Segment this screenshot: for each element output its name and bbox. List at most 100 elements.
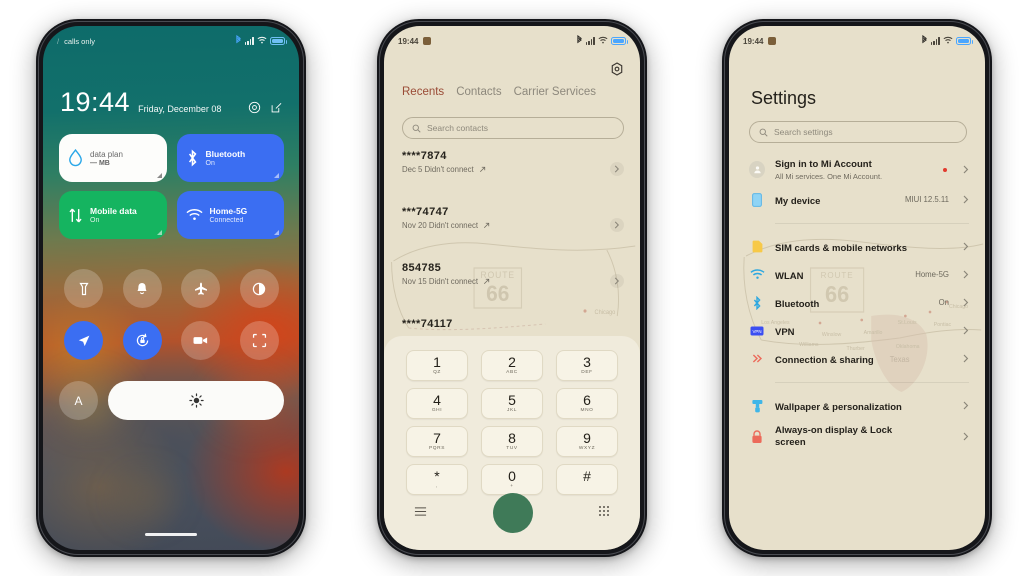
settings-item-bluetooth[interactable]: Bluetooth On [749,289,969,317]
settings-item-label: My device [775,195,821,207]
signal-icon [585,37,595,45]
screen-2: ROUTE 66 Chicago 19:44 Recents Contacts … [384,26,640,550]
settings-item-wallpaper[interactable]: Wallpaper & personalization [749,392,969,420]
settings-item-sim-cards[interactable]: SIM cards & mobile networks [749,233,969,261]
tab-contacts[interactable]: Contacts [456,86,501,98]
key-6[interactable]: 6 MNO [556,388,618,419]
sim-slash-icon: / [57,36,60,46]
key-digit: 7 [433,429,441,446]
key-letters: ABC [506,370,518,376]
settings-item-sub: All Mi services. One Mi Account. [775,171,883,181]
key-7[interactable]: 7 PQRS [406,426,468,457]
settings-item-vpn[interactable]: VPN VPN [749,317,969,345]
outgoing-call-arrow-icon [479,166,485,173]
svg-text:VPN: VPN [752,329,761,334]
call-meta: Nov 15 Didn't connect [402,277,626,286]
bell-icon [137,282,147,294]
bluetooth-icon [576,34,583,47]
chevron-right-icon [963,165,969,174]
auto-brightness-toggle[interactable]: A [59,381,98,420]
call-button[interactable] [492,493,533,533]
location-toggle[interactable] [64,321,104,360]
settings-gear-icon[interactable] [610,62,624,81]
flashlight-toggle[interactable] [64,269,104,308]
signal-icon [930,37,940,45]
settings-item-value: Home-5G [915,270,949,280]
chevron-right-icon[interactable] [610,218,624,232]
dark-mode-toggle[interactable] [239,269,279,308]
search-contacts-input[interactable]: Search contacts [402,117,624,139]
key-letters: GHI [431,408,443,414]
call-number: ****74117 [402,318,453,330]
alarm-icon [423,37,432,45]
sim-card-icon [749,239,765,255]
status-bar-2: 19:44 [384,26,640,50]
dialpad-icon[interactable] [598,504,610,522]
screenshot-toggle[interactable] [239,321,279,360]
expand-corner-icon[interactable] [274,230,279,235]
search-icon [759,128,768,137]
clock-time: 19:44 [60,87,131,117]
auto-label: A [74,393,83,408]
expand-corner-icon[interactable] [274,173,279,178]
chevron-right-icon[interactable] [610,162,624,176]
keypad-grid: 1 QZ 2 ABC 3 DEF 4 GHI 5 JKL 6 MNO 7 PQRS 8 TUV … [406,350,618,495]
tile-title: Home-5G [209,206,248,216]
section-divider [775,222,969,224]
call-row[interactable]: ***74747 Nov 20 Didn't connect [402,206,626,262]
tab-carrier-services[interactable]: Carrier Services [514,86,596,98]
brightness-row: A [59,381,284,420]
key-8[interactable]: 8 TUV [481,426,543,457]
settings-item-my-device[interactable]: My device MIUI 12.5.11 [749,186,969,214]
expand-corner-icon[interactable] [156,230,162,235]
settings-item-mi-account[interactable]: Sign in to Mi Account All Mi services. O… [749,154,969,186]
hamburger-menu-icon[interactable] [414,504,427,522]
status-time: 19:44 [398,36,419,46]
tile-sub: On [205,160,215,167]
tab-recents[interactable]: Recents [402,86,444,98]
edit-icon[interactable] [270,101,283,114]
home-indicator[interactable] [145,533,197,536]
settings-gear-icon[interactable] [248,101,261,114]
settings-item-wlan[interactable]: WLAN Home-5G [749,261,969,289]
search-settings-input[interactable]: Search settings [749,121,967,143]
brightness-slider[interactable] [108,381,284,420]
settings-item-connection-sharing[interactable]: Connection & sharing [749,345,969,373]
key-letters: WXYZ [578,446,596,452]
settings-item-label: VPN [775,326,795,338]
wifi-icon [257,36,267,46]
key-3[interactable]: 3 DEF [556,350,618,381]
settings-item-always-on-display[interactable]: Always-on display & Lock screen [749,420,969,454]
chevron-right-icon [963,195,969,204]
key-digit: 9 [583,429,591,446]
dialer-bottom-bar [384,490,640,536]
auto-rotate-toggle[interactable] [122,321,162,360]
key-2[interactable]: 2 ABC [481,350,543,381]
call-number: ****7874 [402,150,447,162]
key-1[interactable]: 1 QZ [406,350,468,381]
chevron-right-icon[interactable] [610,274,624,288]
water-drop-icon [69,149,82,167]
key-9[interactable]: 9 WXYZ [556,426,618,457]
bluetooth-icon [235,34,242,47]
bluetooth-tile[interactable]: Bluetooth On [176,134,284,182]
key-4[interactable]: 4 GHI [406,388,468,419]
call-row[interactable]: 854785 Nov 15 Didn't connect [402,262,626,318]
data-plan-tile[interactable]: data plan — MB [59,134,167,182]
screen-recorder-toggle[interactable] [181,321,221,360]
expand-corner-icon[interactable] [156,173,162,178]
battery-icon [611,37,628,45]
settings-item-value: MIUI 12.5.11 [904,195,949,205]
mobile-data-tile[interactable]: Mobile data On [59,191,167,239]
location-arrow-icon [78,335,90,346]
lock-icon [749,429,765,445]
status-time: 19:44 [743,36,764,46]
phone-settings: Texas ROUTE 66 Los Angeles Winslow Amari… [722,19,992,557]
wifi-tile[interactable]: Home-5G Connected [176,191,284,239]
call-row[interactable]: ****7874 Dec 5 Didn't connect [402,150,626,206]
key-5[interactable]: 5 JKL [481,388,543,419]
bluetooth-icon [921,34,928,47]
search-placeholder: Search contacts [427,123,488,133]
silent-toggle[interactable] [122,269,162,308]
airplane-mode-toggle[interactable] [181,269,221,308]
